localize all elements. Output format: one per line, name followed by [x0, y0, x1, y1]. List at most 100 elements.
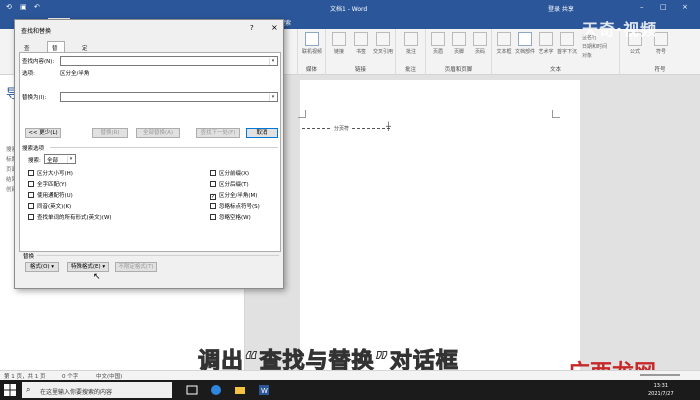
window-title: 文档1 - Word [330, 6, 368, 13]
chevron-down-icon[interactable]: ▾ [269, 58, 276, 65]
checkbox-label: 区分全/半角(M) [219, 193, 258, 199]
match-suffix-checkbox[interactable]: 区分后缀(T) [210, 180, 249, 188]
ribbon-group-links: 链接 书签 交叉引用 链接 [326, 29, 396, 75]
online-video-label: 联机视频 [301, 49, 322, 55]
checkbox-label: 忽略标点符号(S) [219, 204, 260, 210]
cross-ref-label: 交叉引用 [372, 49, 393, 55]
cancel-button[interactable]: 取消 [246, 128, 278, 138]
taskbar-search[interactable]: ⌕ 在这里输入你要搜索的内容 [22, 382, 172, 398]
checkbox-label: 区分后缀(T) [219, 182, 249, 188]
page-count[interactable]: 第 1 页，共 1 页 [4, 372, 46, 380]
wordart-button[interactable]: 艺术字 [535, 32, 557, 55]
search-direction-select[interactable]: 全部 ▾ [44, 154, 76, 164]
options-label: 选项: [22, 71, 35, 77]
dialog-title: 查找和替换 [21, 28, 52, 35]
document-page[interactable] [300, 80, 580, 370]
replace-panel: 查找内容(N): ▾ 选项: 区分全/半角 替换为(I): ▾ << 更少(L)… [19, 52, 281, 252]
status-bar: 第 1 页，共 1 页 0 个字 中文(中国) [0, 370, 700, 380]
bookmark-icon [354, 32, 368, 46]
cross-ref-button[interactable]: 交叉引用 [372, 32, 394, 55]
autosave-icon[interactable]: ⟲ [6, 3, 16, 13]
all-word-forms-checkbox[interactable]: 查找单词的所有形式(英文)(W) [28, 213, 112, 221]
no-formatting-button[interactable]: 不限定格式(T) [115, 262, 157, 272]
ignore-punct-checkbox[interactable]: 忽略标点符号(S) [210, 202, 260, 210]
close-icon[interactable]: × [271, 23, 278, 32]
page-break-label: 分页符 [332, 125, 352, 132]
tab-find[interactable]: 查找(D) [19, 41, 38, 66]
chevron-down-icon[interactable]: ▾ [67, 156, 74, 163]
wordart-icon [539, 32, 553, 46]
search-options-title: 搜索选项 [22, 146, 45, 152]
special-button[interactable]: 特殊格式(E) ▾ [67, 262, 109, 272]
header-label: 页眉 [432, 49, 443, 55]
wildcards-checkbox[interactable]: 使用通配符(U) [28, 191, 73, 199]
bookmark-button[interactable]: 书签 [350, 32, 372, 55]
find-next-button[interactable]: 查找下一处(F) [196, 128, 240, 138]
close-window-icon[interactable]: × [682, 3, 692, 13]
folder-icon[interactable] [234, 384, 246, 396]
windows-start-icon[interactable] [4, 384, 16, 396]
help-icon[interactable]: ? [250, 24, 254, 32]
find-what-input[interactable]: ▾ [60, 56, 278, 66]
tab-replace[interactable]: 替换(P) [47, 41, 65, 66]
system-clock[interactable]: 13:31 2021/7/27 [648, 382, 674, 398]
group-label-text: 文本 [549, 67, 561, 73]
find-replace-dialog: 查找和替换 ? × 查找(D) 替换(P) 定位(G) 查找内容(N): ▾ 选… [14, 19, 284, 289]
page-number-button[interactable]: 页码 [469, 32, 491, 55]
comment-button[interactable]: 批注 [400, 32, 422, 55]
margin-corner [552, 110, 560, 118]
save-icon[interactable]: ▣ [20, 3, 30, 13]
chevron-down-icon[interactable]: ▾ [269, 94, 276, 101]
account-area[interactable]: 登录 共享 [548, 4, 574, 13]
match-prefix-checkbox[interactable]: 区分前缀(X) [210, 169, 249, 177]
footer-icon [452, 32, 466, 46]
language-indicator[interactable]: 中文(中国) [96, 372, 122, 380]
replace-section-title: 替换 [23, 254, 35, 260]
maximize-icon[interactable]: □ [660, 3, 670, 13]
checkbox-label: 同音(英文)(K) [37, 204, 72, 210]
wordart-label: 艺术字 [538, 49, 554, 55]
taskbar-search-placeholder: 在这里输入你要搜索的内容 [40, 389, 113, 396]
zoom-slider[interactable] [640, 374, 680, 376]
textbox-button[interactable]: 文本框 [493, 32, 515, 55]
dropcap-button[interactable]: 首字下沉 [556, 32, 578, 55]
header-button[interactable]: 页眉 [427, 32, 449, 55]
ribbon-group-header-footer: 页眉 页脚 页码 页眉和页脚 [426, 29, 492, 75]
ribbon-group-comments: 批注 批注 [396, 29, 426, 75]
sounds-like-checkbox[interactable]: 同音(英文)(K) [28, 202, 71, 210]
link-button[interactable]: 链接 [328, 32, 350, 55]
equation-label: 公式 [629, 49, 640, 55]
browser-icon[interactable] [210, 384, 222, 396]
task-view-icon[interactable] [186, 384, 198, 396]
online-video-button[interactable]: 联机视频 [301, 32, 323, 55]
footer-button[interactable]: 页脚 [448, 32, 470, 55]
checkbox-label: 区分大小写(H) [37, 171, 73, 177]
quick-parts-icon [518, 32, 532, 46]
whole-word-checkbox[interactable]: 全字匹配(Y) [28, 180, 67, 188]
word-count[interactable]: 0 个字 [62, 372, 78, 380]
group-label-media: 媒体 [305, 67, 317, 73]
search-direction-label: 搜索: [28, 158, 41, 164]
format-button[interactable]: 格式(O) ▾ [25, 262, 59, 272]
group-label-header-footer: 页眉和页脚 [444, 67, 473, 73]
group-label-comments: 批注 [404, 67, 416, 73]
ignore-space-checkbox[interactable]: 忽略空格(W) [210, 213, 251, 221]
match-case-checkbox[interactable]: 区分大小写(H) [28, 169, 73, 177]
checkbox-label: 区分前缀(X) [219, 171, 250, 177]
replace-button[interactable]: 替换(R) [92, 128, 128, 138]
less-button[interactable]: << 更少(L) [25, 128, 61, 138]
word-app-icon[interactable]: W [258, 384, 270, 396]
mouse-cursor-icon: ↖ [93, 272, 101, 282]
replace-all-button[interactable]: 全部替换(A) [136, 128, 180, 138]
object-item[interactable]: 对象 [582, 52, 592, 59]
link-label: 链接 [333, 49, 344, 55]
minimize-icon[interactable]: – [640, 3, 650, 13]
search-icon: ⌕ [26, 385, 31, 394]
cross-ref-icon [376, 32, 390, 46]
date-time-item[interactable]: 日期和时间 [582, 43, 607, 50]
match-width-checkbox[interactable]: ✓ 区分全/半角(M) [210, 191, 257, 200]
tab-goto[interactable]: 定位(G) [77, 41, 96, 66]
quick-parts-button[interactable]: 文档部件 [514, 32, 536, 55]
replace-with-input[interactable]: ▾ [60, 92, 278, 102]
undo-icon[interactable]: ↶ [34, 3, 44, 13]
